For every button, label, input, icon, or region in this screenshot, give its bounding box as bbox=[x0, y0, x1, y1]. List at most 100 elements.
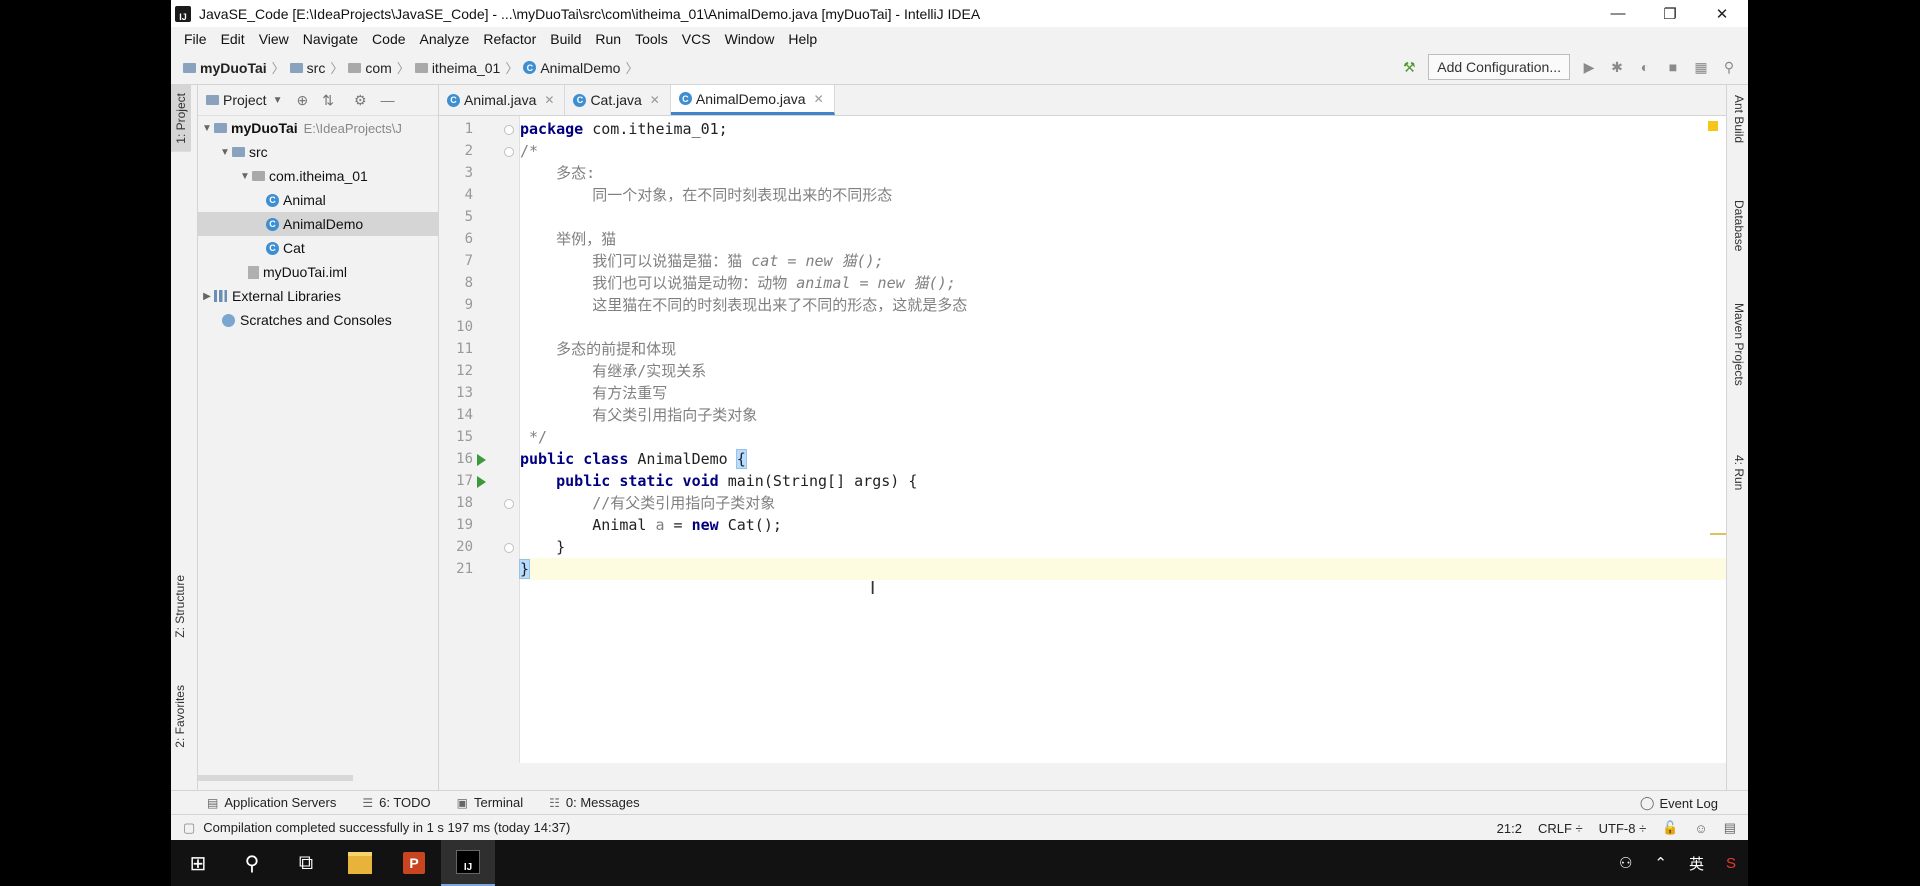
tree-item-src[interactable]: ▼ src bbox=[198, 140, 438, 164]
line-number: 9 bbox=[464, 297, 473, 313]
tool-tab-favorites[interactable]: 2: Favorites bbox=[173, 685, 187, 748]
locate-icon[interactable]: ⊕ bbox=[296, 92, 308, 109]
menu-build[interactable]: Build bbox=[543, 31, 588, 47]
task-view-icon[interactable]: ⧉ bbox=[279, 840, 333, 886]
input-language[interactable]: 英 bbox=[1689, 853, 1704, 874]
tree-item-mydoutai[interactable]: ▼ myDuoTai E:\IdeaProjects\J bbox=[198, 116, 438, 140]
project-horizontal-scrollbar[interactable] bbox=[198, 775, 353, 781]
terminal-icon: ▣ bbox=[456, 795, 468, 810]
expand-arrow-icon[interactable]: ▶ bbox=[200, 291, 214, 302]
powerpoint-icon[interactable]: P bbox=[387, 840, 441, 886]
tab-cat-java[interactable]: C Cat.java ✕ bbox=[565, 85, 671, 115]
tool-tab-ant-build[interactable]: Ant Build bbox=[1732, 95, 1746, 143]
menu-help[interactable]: Help bbox=[781, 31, 824, 47]
line-number: 13 bbox=[456, 385, 473, 401]
tool-tab-maven[interactable]: Maven Projects bbox=[1732, 303, 1746, 386]
tree-item-package[interactable]: ▼ com.itheima_01 bbox=[198, 164, 438, 188]
tree-item-animaldemo[interactable]: C AnimalDemo bbox=[198, 212, 438, 236]
close-icon[interactable]: ✕ bbox=[544, 93, 554, 107]
menu-tools[interactable]: Tools bbox=[628, 31, 675, 47]
editor-gutter[interactable]: 1 2 3 4 5 6 7 8 9 10 11 12 13 14 15 16 1… bbox=[439, 116, 520, 763]
tool-tab-run[interactable]: 4: Run bbox=[1732, 455, 1746, 490]
project-structure-icon[interactable]: ▦ bbox=[1692, 59, 1710, 76]
menu-edit[interactable]: Edit bbox=[214, 31, 252, 47]
line-separator[interactable]: CRLF ÷ bbox=[1538, 821, 1583, 836]
tree-item-cat[interactable]: C Cat bbox=[198, 236, 438, 260]
expand-arrow-icon[interactable]: ▼ bbox=[218, 147, 232, 158]
tool-tab-todo[interactable]: ☰ 6: TODO bbox=[362, 795, 430, 810]
breadcrumb-project[interactable]: myDuoTai 〉 bbox=[183, 58, 290, 77]
notifications-icon[interactable]: ▤ bbox=[1724, 820, 1736, 836]
tool-tab-structure[interactable]: Z: Structure bbox=[173, 575, 187, 638]
project-view-selector[interactable]: Project bbox=[223, 92, 267, 108]
debug-icon[interactable]: ✱ bbox=[1608, 59, 1626, 76]
breadcrumb-com[interactable]: com 〉 bbox=[348, 58, 414, 77]
fold-marker-icon[interactable] bbox=[504, 499, 514, 509]
windows-start-icon[interactable]: ⊞ bbox=[171, 840, 225, 886]
search-everywhere-icon[interactable]: ⚲ bbox=[1720, 59, 1738, 76]
status-toggle-icon[interactable]: ▢ bbox=[183, 820, 195, 836]
chevron-down-icon[interactable]: ▼ bbox=[273, 95, 283, 106]
fold-marker-icon[interactable] bbox=[504, 125, 514, 135]
menu-view[interactable]: View bbox=[252, 31, 296, 47]
run-class-gutter-icon[interactable] bbox=[477, 454, 486, 466]
file-explorer-icon[interactable] bbox=[333, 840, 387, 886]
breadcrumb-animaldemo[interactable]: C AnimalDemo 〉 bbox=[523, 58, 643, 77]
close-button[interactable]: ✕ bbox=[1696, 0, 1748, 27]
tree-item-iml[interactable]: myDuoTai.iml bbox=[198, 260, 438, 284]
tool-tab-project[interactable]: 1: Project bbox=[171, 85, 191, 152]
close-icon[interactable]: ✕ bbox=[814, 92, 824, 106]
coverage-icon[interactable]: ◐ bbox=[1636, 59, 1654, 75]
right-tool-strip: Ant Build Database Maven Projects 4: Run bbox=[1726, 85, 1748, 790]
expand-arrow-icon[interactable]: ▼ bbox=[200, 123, 214, 134]
add-configuration-button[interactable]: Add Configuration... bbox=[1428, 54, 1570, 80]
fold-marker-icon[interactable] bbox=[504, 543, 514, 553]
stop-icon[interactable]: ■ bbox=[1664, 59, 1682, 75]
class-icon: C bbox=[678, 92, 692, 105]
tool-tab-application-servers[interactable]: ▤ Application Servers bbox=[207, 795, 336, 810]
menu-window[interactable]: Window bbox=[718, 31, 782, 47]
run-main-gutter-icon[interactable] bbox=[477, 476, 486, 488]
fold-marker-icon[interactable] bbox=[504, 147, 514, 157]
file-encoding[interactable]: UTF-8 ÷ bbox=[1599, 821, 1647, 836]
menu-file[interactable]: File bbox=[177, 31, 214, 47]
collapse-all-icon[interactable]: ⇅ bbox=[322, 92, 334, 109]
tool-tab-messages[interactable]: ☷ 0: Messages bbox=[549, 795, 639, 810]
code-line-13: 有方法重写 bbox=[520, 384, 668, 402]
tree-item-animal[interactable]: C Animal bbox=[198, 188, 438, 212]
hide-icon[interactable]: — bbox=[381, 92, 395, 108]
network-icon[interactable]: ⚇ bbox=[1619, 854, 1632, 872]
code-editor[interactable]: package com.itheima_01; /* 多态: 同一个对象，在不同… bbox=[518, 116, 1726, 763]
breadcrumb-itheima[interactable]: itheima_01 〉 bbox=[414, 58, 524, 77]
hector-icon[interactable]: ☺ bbox=[1694, 821, 1707, 836]
expand-arrow-icon[interactable]: ▼ bbox=[238, 171, 252, 182]
search-icon[interactable]: ⚲ bbox=[225, 840, 279, 886]
event-log-button[interactable]: ◯ Event Log bbox=[1640, 795, 1718, 811]
intellij-taskbar-icon[interactable]: IJ bbox=[441, 840, 495, 886]
app-tray-icon[interactable]: S bbox=[1726, 855, 1736, 872]
menu-vcs[interactable]: VCS bbox=[675, 31, 718, 47]
breadcrumb-src[interactable]: src 〉 bbox=[289, 58, 349, 77]
menu-code[interactable]: Code bbox=[365, 31, 412, 47]
tree-item-external-libraries[interactable]: ▶ External Libraries bbox=[198, 284, 438, 308]
lock-icon[interactable]: 🔓 bbox=[1662, 820, 1678, 836]
menu-refactor[interactable]: Refactor bbox=[476, 31, 543, 47]
run-icon[interactable]: ▶ bbox=[1580, 59, 1598, 76]
menu-run[interactable]: Run bbox=[588, 31, 628, 47]
caret-position[interactable]: 21:2 bbox=[1497, 821, 1522, 836]
menu-navigate[interactable]: Navigate bbox=[296, 31, 365, 47]
minimize-button[interactable]: — bbox=[1592, 0, 1644, 27]
tree-item-scratches[interactable]: Scratches and Consoles bbox=[198, 308, 438, 332]
build-hammer-icon[interactable]: ⚒ bbox=[1400, 59, 1418, 76]
tab-animal-java[interactable]: C Animal.java ✕ bbox=[439, 85, 566, 115]
warning-stripe-marker[interactable] bbox=[1710, 533, 1726, 535]
menu-analyze[interactable]: Analyze bbox=[413, 31, 477, 47]
inspection-status-icon[interactable] bbox=[1708, 121, 1718, 131]
close-icon[interactable]: ✕ bbox=[650, 93, 660, 107]
chevron-up-icon[interactable]: ⌃ bbox=[1654, 854, 1667, 872]
tool-tab-database[interactable]: Database bbox=[1732, 200, 1746, 251]
tool-tab-terminal[interactable]: ▣ Terminal bbox=[457, 795, 523, 810]
gear-icon[interactable]: ⚙ bbox=[354, 92, 367, 109]
tab-animaldemo-java[interactable]: C AnimalDemo.java ✕ bbox=[670, 85, 835, 115]
restore-button[interactable]: ❐ bbox=[1644, 0, 1696, 27]
